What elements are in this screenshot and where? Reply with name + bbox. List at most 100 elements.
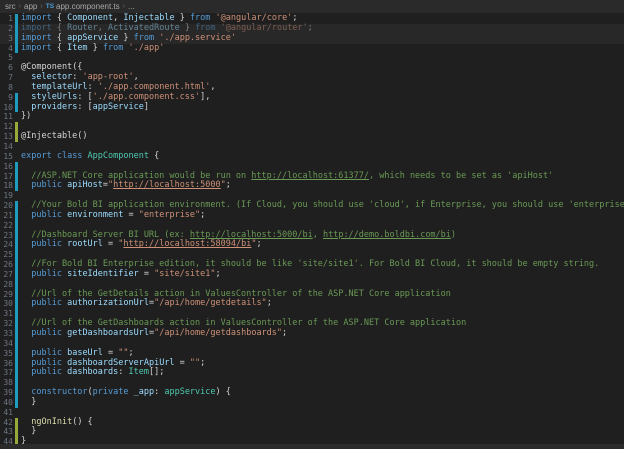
code-line[interactable]: 30 public authorizationUrl="/api/home/ge… xyxy=(0,299,624,309)
code-line[interactable]: 10 providers: [appService] xyxy=(0,103,624,113)
gutter-change-indicator xyxy=(15,260,18,270)
breadcrumb-item-app[interactable]: app xyxy=(24,2,37,11)
gutter-change-indicator xyxy=(15,24,18,34)
code-line[interactable]: 18 public apiHost="http://localhost:5000… xyxy=(0,181,624,191)
token-kw: from xyxy=(103,43,123,53)
token-kw: class xyxy=(52,151,83,161)
code-line[interactable]: 4import { Item } from './app' xyxy=(0,44,624,54)
code-text: providers: [appService] xyxy=(21,103,149,113)
code-line[interactable]: 39 constructor(private _app: appService)… xyxy=(0,388,624,398)
code-line[interactable]: 42 ngOnInit() { xyxy=(0,418,624,428)
token-pln: ; xyxy=(267,298,272,308)
code-text: @Injectable() xyxy=(21,132,88,142)
line-number: 35 xyxy=(0,349,14,359)
token-com: //Dashboard Server BI URL (ex: xyxy=(21,230,190,240)
token-pln xyxy=(21,72,31,82)
breadcrumb: src › app › TS app.component.ts › ... xyxy=(0,0,624,13)
token-str: "site/site1" xyxy=(154,269,215,279)
token-str: "/api/home/getdashboards" xyxy=(154,328,282,338)
token-pln: () xyxy=(77,131,87,141)
gutter-spacer xyxy=(15,142,18,152)
code-text: constructor(private _app: appService) { xyxy=(21,388,231,398)
token-pln: { xyxy=(52,23,67,33)
breadcrumb-item-symbol[interactable]: ... xyxy=(128,2,135,11)
token-pln: = xyxy=(123,210,138,220)
token-pln: ; xyxy=(292,13,297,23)
token-pln xyxy=(21,92,31,102)
token-kw: from xyxy=(134,33,154,43)
token-var: appService xyxy=(93,102,144,112)
line-number: 8 xyxy=(0,83,14,93)
code-line[interactable]: 43 } xyxy=(0,427,624,437)
token-cls: appService xyxy=(164,387,215,397)
token-pln: , xyxy=(210,82,215,92)
token-com: //Url of the GetDetails action in Values… xyxy=(21,289,451,299)
token-kw: public xyxy=(31,180,62,190)
token-pln: ; xyxy=(129,348,134,358)
token-pln: ({ xyxy=(72,62,82,72)
code-line[interactable]: 12 xyxy=(0,122,624,132)
line-number: 41 xyxy=(0,408,14,418)
code-line[interactable]: 11}) xyxy=(0,112,624,122)
code-text: public environment = "enterprise"; xyxy=(21,211,205,221)
token-com: //Url of the GetDashboards action in Val… xyxy=(21,318,466,328)
breadcrumb-item-filename[interactable]: app.component.ts xyxy=(56,2,120,11)
token-kw: public xyxy=(31,328,62,338)
code-line[interactable]: 41 xyxy=(0,408,624,418)
gutter-spacer xyxy=(15,408,18,418)
token-pln xyxy=(21,348,31,358)
line-number: 32 xyxy=(0,319,14,329)
code-line[interactable]: 27 public siteIdentifier = "site/site1"; xyxy=(0,270,624,280)
code-line[interactable]: 21 public environment = "enterprise"; xyxy=(0,211,624,221)
gutter-change-indicator xyxy=(15,418,18,428)
token-str: '@angular/router' xyxy=(216,23,308,33)
token-pln: () { xyxy=(72,417,92,427)
breadcrumb-item-src[interactable]: src xyxy=(5,2,16,11)
gutter-change-indicator xyxy=(15,221,18,231)
token-pln: : xyxy=(72,72,82,82)
token-kw: public xyxy=(31,239,62,249)
token-pln: = xyxy=(175,358,190,368)
gutter-change-indicator xyxy=(15,398,18,408)
token-strlink: http://localhost:58094/bi xyxy=(123,239,251,249)
token-var: dashboards xyxy=(62,367,118,377)
gutter-change-indicator xyxy=(15,93,18,103)
code-area[interactable]: 1import { Component, Injectable } from '… xyxy=(0,13,624,447)
token-kw: public xyxy=(31,298,62,308)
code-line[interactable]: 40 } xyxy=(0,398,624,408)
gutter-change-indicator xyxy=(15,427,18,437)
line-number: 18 xyxy=(0,181,14,191)
code-line[interactable]: 13@Injectable() xyxy=(0,132,624,142)
line-number: 33 xyxy=(0,329,14,339)
token-str: "/api/home/getdetails" xyxy=(154,298,267,308)
line-number: 20 xyxy=(0,201,14,211)
token-pln xyxy=(21,358,31,368)
token-var: _app xyxy=(129,387,155,397)
token-comlink: http://localhost:5000/bi xyxy=(190,230,313,240)
code-line[interactable]: 33 public getDashboardsUrl="/api/home/ge… xyxy=(0,329,624,339)
token-str: '@angular/core' xyxy=(210,13,292,23)
code-text: public apiHost="http://localhost:5000"; xyxy=(21,181,231,191)
token-pln: } xyxy=(175,13,190,23)
code-line[interactable]: 5 xyxy=(0,53,624,63)
token-pln xyxy=(21,239,31,249)
token-pln: , xyxy=(134,72,139,82)
token-pln xyxy=(21,298,31,308)
code-line[interactable]: 37 public dashboards: Item[]; xyxy=(0,368,624,378)
code-line[interactable]: 2import { Router, ActivatedRoute } from … xyxy=(0,24,624,34)
gutter-change-indicator xyxy=(15,280,18,290)
token-pln: } xyxy=(180,23,195,33)
line-number: 42 xyxy=(0,418,14,428)
gutter-change-indicator xyxy=(15,349,18,359)
token-pln: ; xyxy=(308,23,313,33)
gutter-spacer xyxy=(15,73,18,83)
code-text: import { Router, ActivatedRoute } from '… xyxy=(21,24,313,34)
line-number: 26 xyxy=(0,260,14,270)
token-pln: : xyxy=(118,367,128,377)
token-str: './app.component.html' xyxy=(98,82,211,92)
token-str: './app' xyxy=(123,43,164,53)
gutter-change-indicator xyxy=(15,309,18,319)
code-line[interactable]: 24 public rootUrl = "http://localhost:58… xyxy=(0,240,624,250)
line-number: 31 xyxy=(0,309,14,319)
code-line[interactable]: 15export class AppComponent { xyxy=(0,152,624,162)
